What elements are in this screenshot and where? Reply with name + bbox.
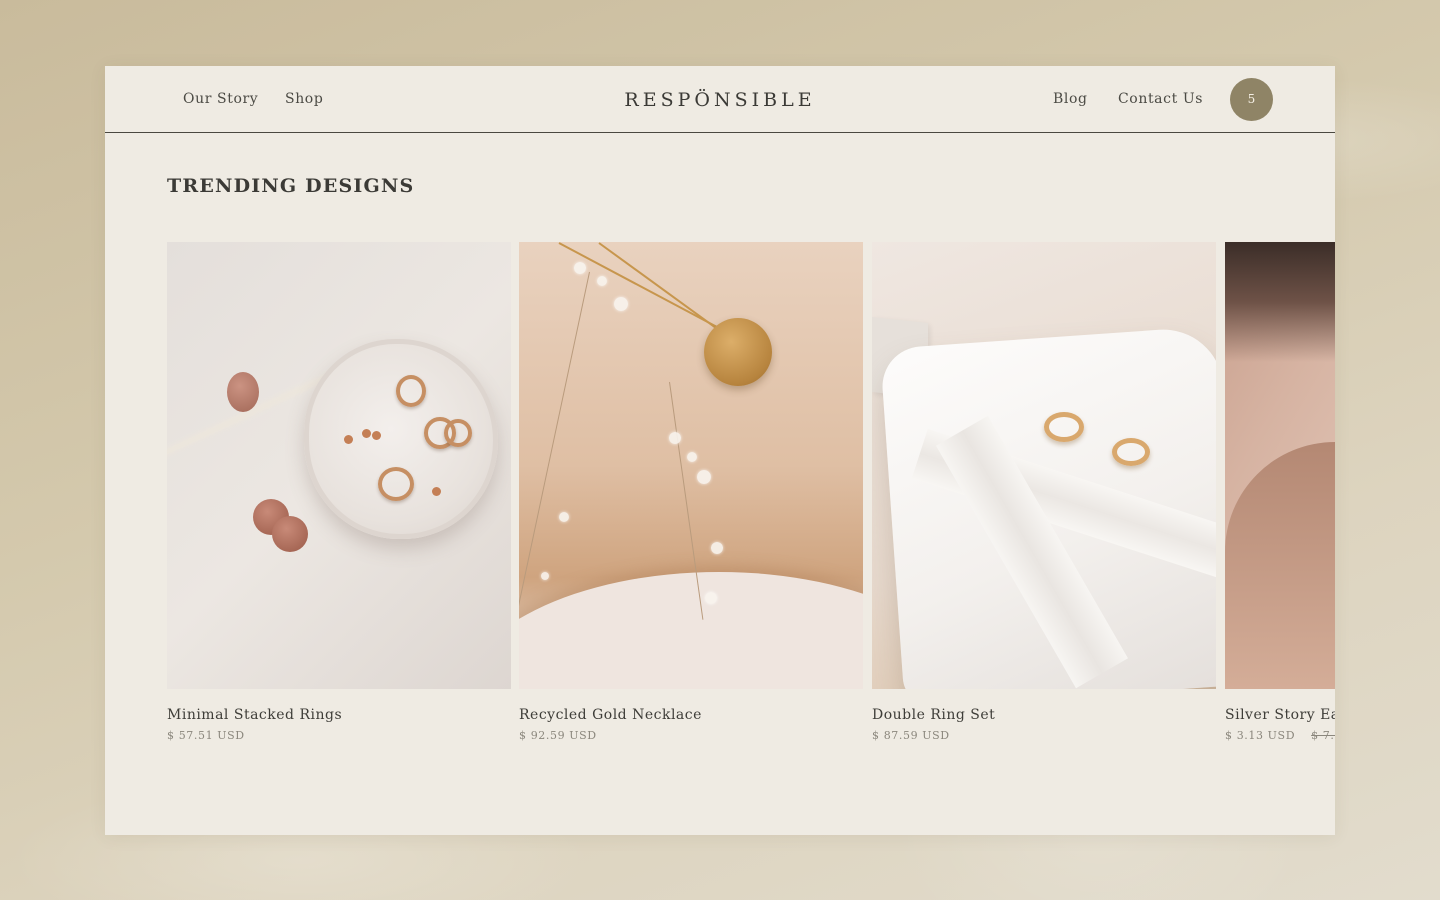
product-card[interactable]: Recycled Gold Necklace $ 92.59 USD — [519, 242, 863, 742]
product-card[interactable]: Silver Story Earr $ 3.13 USD $ 7.0 — [1225, 242, 1335, 742]
product-name[interactable]: Silver Story Earr — [1225, 707, 1335, 723]
section-title: TRENDING DESIGNS — [167, 175, 415, 197]
product-original-price: $ 7.0 — [1311, 729, 1335, 742]
product-image-silver-earrings[interactable] — [1225, 242, 1335, 689]
product-image-double-ring-set[interactable] — [872, 242, 1216, 689]
product-price: $ 57.51 USD — [167, 729, 245, 742]
nav-contact-us[interactable]: Contact Us — [1118, 66, 1203, 133]
product-name[interactable]: Recycled Gold Necklace — [519, 707, 863, 723]
product-image-stacked-rings[interactable] — [167, 242, 511, 689]
product-image-gold-necklace[interactable] — [519, 242, 863, 689]
product-name[interactable]: Double Ring Set — [872, 707, 1216, 723]
product-sale-price: $ 3.13 USD — [1225, 729, 1296, 742]
product-card[interactable]: Double Ring Set $ 87.59 USD — [872, 242, 1216, 742]
product-price: $ 3.13 USD $ 7.0 — [1225, 729, 1335, 742]
nav-blog[interactable]: Blog — [1053, 66, 1088, 133]
product-name[interactable]: Minimal Stacked Rings — [167, 707, 511, 723]
cart-count-badge[interactable]: 5 — [1230, 78, 1273, 121]
top-navigation: Our Story Shop RESPÖNSIBLE Blog Contact … — [105, 66, 1335, 133]
product-price: $ 87.59 USD — [872, 729, 950, 742]
browser-window: Our Story Shop RESPÖNSIBLE Blog Contact … — [105, 66, 1335, 835]
product-card[interactable]: Minimal Stacked Rings $ 57.51 USD — [167, 242, 511, 742]
product-price: $ 92.59 USD — [519, 729, 597, 742]
